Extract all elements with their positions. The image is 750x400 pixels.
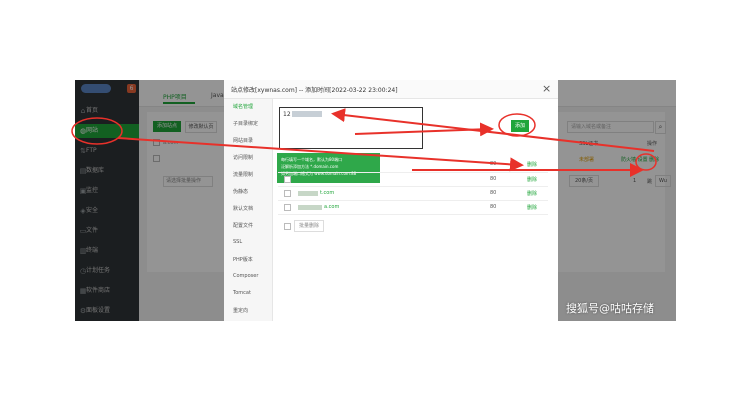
annotation-overlay <box>71 108 657 177</box>
annotation-arrow <box>117 137 524 172</box>
annotation-circle-sites <box>71 117 123 145</box>
annotation-arrow <box>354 122 494 137</box>
annotation-circle-settings <box>635 153 657 171</box>
watermark-text: 搜狐号@咕咕存储 <box>566 302 654 315</box>
